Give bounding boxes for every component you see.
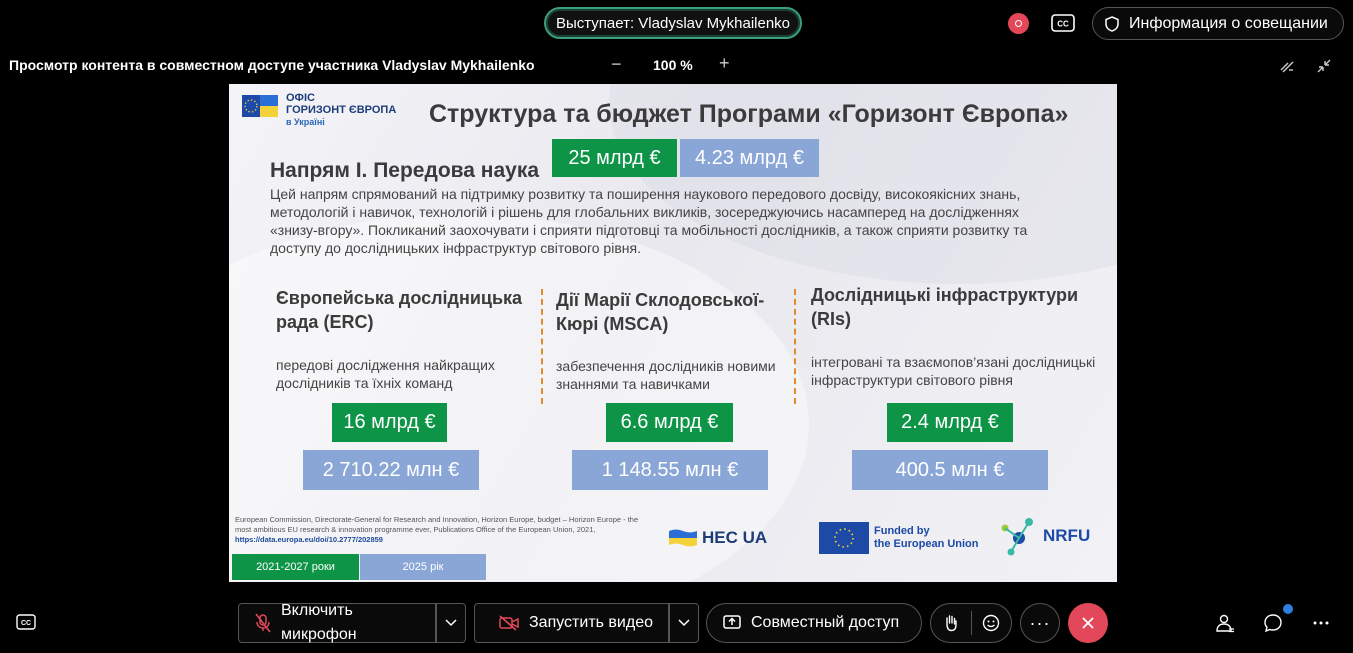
- chat-icon[interactable]: [1263, 613, 1283, 633]
- video-label: Запустить видео: [529, 614, 653, 631]
- ris-title: Дослідницькі інфраструктури (RIs): [811, 285, 1079, 329]
- cc-icon[interactable]: CC: [16, 614, 36, 630]
- shield-icon: [1105, 15, 1119, 32]
- erc-budget-year: 2 710.22 млн €: [303, 450, 479, 490]
- collapse-icon[interactable]: [1316, 58, 1332, 74]
- reactions-group: [930, 603, 1012, 643]
- nrfu-logo: NRFU: [999, 514, 1090, 558]
- video-options-button[interactable]: [669, 603, 699, 643]
- share-button[interactable]: Совместный доступ: [706, 603, 922, 643]
- recording-indicator[interactable]: [1008, 13, 1029, 34]
- column-divider: [794, 289, 796, 404]
- chevron-down-icon: [678, 619, 690, 627]
- nrfu-molecule-icon: [1001, 518, 1033, 556]
- more-icon: ···: [1029, 612, 1051, 633]
- footnote-link: https://data.europa.eu/doi/10.2777/20285…: [235, 535, 383, 544]
- meeting-info-label: Информация о совещании: [1129, 14, 1328, 32]
- erc-text: передові дослідження найкращих дослідник…: [276, 357, 495, 391]
- reactions-button[interactable]: [972, 604, 1012, 642]
- eu-funding-logo: Funded by the European Union: [874, 525, 979, 550]
- chat-notification-dot: [1283, 604, 1293, 614]
- zoom-out-button[interactable]: −: [611, 54, 622, 75]
- section-budget-year: 4.23 млрд €: [680, 139, 819, 177]
- mic-options-button[interactable]: [436, 603, 466, 643]
- cc-icon[interactable]: CC: [1051, 14, 1075, 32]
- share-view-title: Просмотр контента в совместном доступе у…: [9, 57, 535, 73]
- msca-budget-total: 6.6 млрд €: [606, 403, 733, 442]
- chevron-down-icon: [445, 619, 457, 627]
- video-off-icon: [499, 615, 519, 631]
- active-speaker-pill[interactable]: Выступает: Vladyslav Mykhailenko: [544, 7, 802, 39]
- share-screen-icon: [723, 615, 741, 629]
- ris-text: інтегровані та взаємопов’язані дослідниц…: [811, 354, 1096, 388]
- office-logo-icon: [242, 95, 278, 117]
- start-video-button[interactable]: Запустить видео: [474, 603, 669, 643]
- eu-flag-icon: [819, 522, 869, 554]
- mic-off-icon: [255, 613, 271, 633]
- share-label: Совместный доступ: [751, 614, 900, 631]
- office-logo-text: ОФІС ГОРИЗОНТ ЄВРОПА в Україні: [286, 92, 397, 127]
- erc-title: Європейська дослідницька рада (ERC): [276, 288, 523, 332]
- erc-budget-total: 16 млрд €: [332, 403, 447, 442]
- ris-budget-year: 400.5 млн €: [852, 450, 1048, 490]
- end-call-button[interactable]: [1068, 603, 1108, 643]
- svg-text:CC: CC: [21, 620, 31, 627]
- raise-hand-button[interactable]: [931, 604, 971, 642]
- active-speaker-label: Выступает: Vladyslav Mykhailenko: [555, 14, 791, 32]
- record-icon: [1015, 20, 1022, 27]
- svg-text:CC: CC: [1057, 20, 1069, 29]
- section-budget-total: 25 млрд €: [552, 139, 677, 177]
- column-divider: [541, 289, 543, 404]
- participants-icon[interactable]: [1215, 613, 1235, 633]
- end-call-icon: [1082, 617, 1094, 629]
- zoom-level: 100 %: [653, 57, 693, 73]
- msca-budget-year: 1 148.55 млн €: [572, 450, 768, 490]
- ukraine-flag-icon: [669, 529, 697, 547]
- more-options-button[interactable]: ···: [1020, 603, 1060, 643]
- more-icon[interactable]: [1311, 613, 1331, 633]
- section-title: Напрям І. Передова наука: [270, 159, 540, 182]
- msca-text: забезпечення дослідників новими знаннями…: [556, 358, 776, 392]
- zoom-in-button[interactable]: +: [719, 53, 730, 74]
- unmute-microphone-button[interactable]: Включить микрофон: [238, 602, 436, 643]
- legend-blue: 2025 рік: [360, 554, 486, 580]
- hec-logo: HEC UA: [669, 528, 767, 548]
- meeting-info-button[interactable]: Информация о совещании: [1092, 7, 1344, 40]
- raise-hand-icon: [946, 615, 957, 632]
- ris-budget-total: 2.4 млрд €: [887, 403, 1013, 442]
- emoji-icon: [983, 614, 1000, 632]
- legend-green: 2021-2027 роки: [232, 554, 359, 580]
- section-description: Цей напрям спрямований на підтримку розв…: [270, 186, 1028, 256]
- msca-title: Дії Марії Склодовської-Кюрі (MSCA): [556, 290, 765, 334]
- slide-title: Структура та бюджет Програми «Горизонт Є…: [429, 100, 1069, 128]
- slide-footnote: European Commission, Directorate-General…: [235, 515, 639, 544]
- mic-label: Включить микрофон: [281, 602, 357, 643]
- shared-slide: ОФІС ГОРИЗОНТ ЄВРОПА в Україні Структура…: [229, 84, 1117, 582]
- annotate-icon[interactable]: [1279, 58, 1295, 74]
